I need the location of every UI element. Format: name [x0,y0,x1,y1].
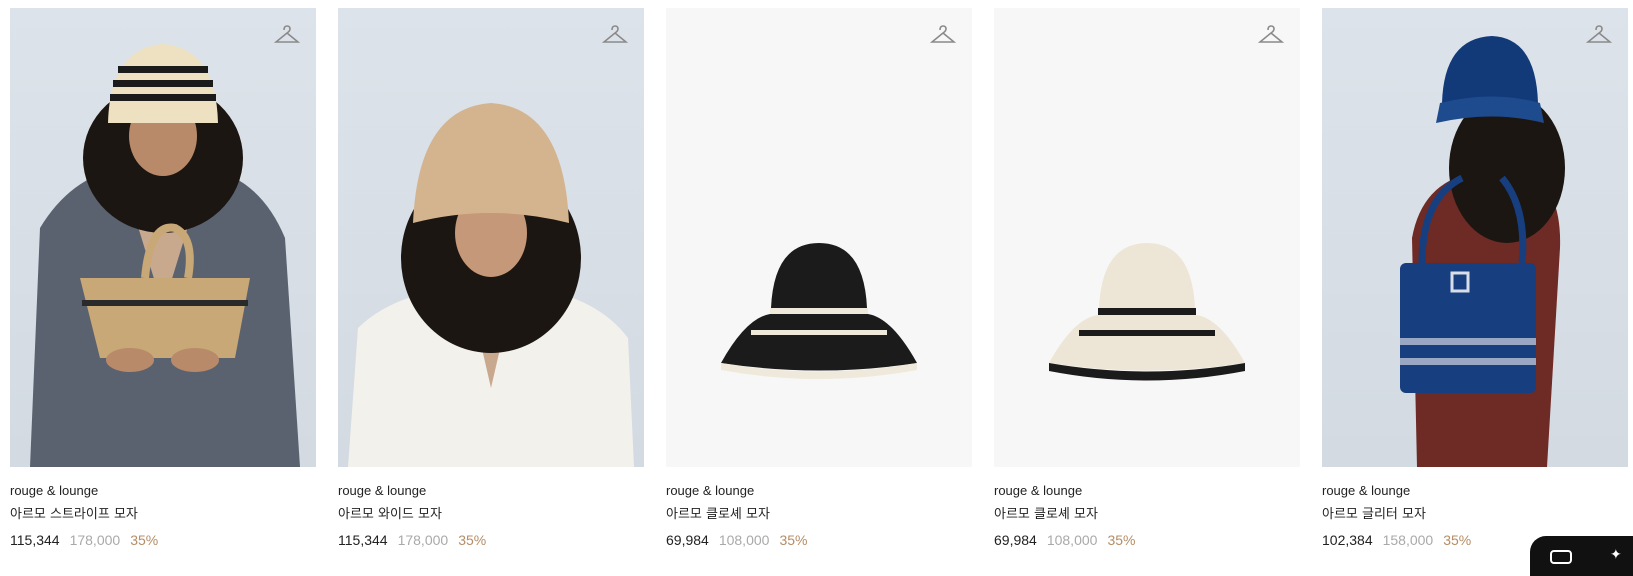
hanger-icon[interactable] [1585,24,1613,48]
product-card[interactable]: rouge & lounge 아르모 클로셰 모자 69,984 108,000… [666,8,972,549]
product-image[interactable] [666,8,972,467]
sale-price: 69,984 [666,532,709,548]
product-image[interactable] [994,8,1300,467]
sale-price: 115,344 [10,532,60,548]
hanger-icon[interactable] [273,24,301,48]
product-brand[interactable]: rouge & lounge [1322,483,1628,499]
discount-rate: 35% [130,532,159,548]
cream-cloche-hat-illustration [1049,243,1245,381]
product-title[interactable]: 아르모 클로셰 모자 [994,507,1300,523]
product-prices: 69,984 108,000 35% [666,531,972,549]
original-price: 178,000 [69,532,121,548]
sale-price: 115,344 [338,532,388,548]
product-card[interactable]: rouge & lounge 아르모 글리터 모자 102,384 158,00… [1322,8,1628,549]
product-card[interactable]: rouge & lounge 아르모 클로셰 모자 69,984 108,000… [994,8,1300,549]
original-price: 158,000 [1382,532,1434,548]
discount-rate: 35% [779,532,808,548]
product-title[interactable]: 아르모 글리터 모자 [1322,507,1628,523]
product-card[interactable]: rouge & lounge 아르모 와이드 모자 115,344 178,00… [338,8,644,549]
hanger-icon[interactable] [929,24,957,48]
original-price: 108,000 [718,532,770,548]
original-price: 178,000 [397,532,449,548]
product-image[interactable] [1322,8,1628,467]
product-prices: 115,344 178,000 35% [10,531,316,549]
hanger-icon[interactable] [1257,24,1285,48]
model-glitter-hat-illustration [1400,36,1565,467]
discount-rate: 35% [1443,532,1472,548]
sparkle-icon: ✦ [1610,546,1622,562]
black-cloche-hat-illustration [721,243,917,379]
discount-rate: 35% [458,532,487,548]
product-brand[interactable]: rouge & lounge [10,483,316,499]
product-card[interactable]: rouge & lounge 아르모 스트라이프 모자 115,344 178,… [10,8,316,549]
chat-icon [1550,550,1572,564]
product-brand[interactable]: rouge & lounge [338,483,644,499]
model-wide-hat-illustration [348,103,634,467]
product-title[interactable]: 아르모 스트라이프 모자 [10,507,316,523]
floating-action-button[interactable]: ✦ [1530,536,1633,576]
product-title[interactable]: 아르모 클로셰 모자 [666,507,972,523]
sale-price: 102,384 [1322,532,1373,548]
product-prices: 115,344 178,000 35% [338,531,644,549]
product-image[interactable] [10,8,316,467]
product-image[interactable] [338,8,644,467]
original-price: 108,000 [1046,532,1098,548]
sale-price: 69,984 [994,532,1037,548]
hanger-icon[interactable] [601,24,629,48]
product-title[interactable]: 아르모 와이드 모자 [338,507,644,523]
product-prices: 69,984 108,000 35% [994,531,1300,549]
product-grid: rouge & lounge 아르모 스트라이프 모자 115,344 178,… [10,8,1628,549]
model-striped-hat-illustration [30,44,300,467]
product-brand[interactable]: rouge & lounge [994,483,1300,499]
product-brand[interactable]: rouge & lounge [666,483,972,499]
discount-rate: 35% [1107,532,1136,548]
